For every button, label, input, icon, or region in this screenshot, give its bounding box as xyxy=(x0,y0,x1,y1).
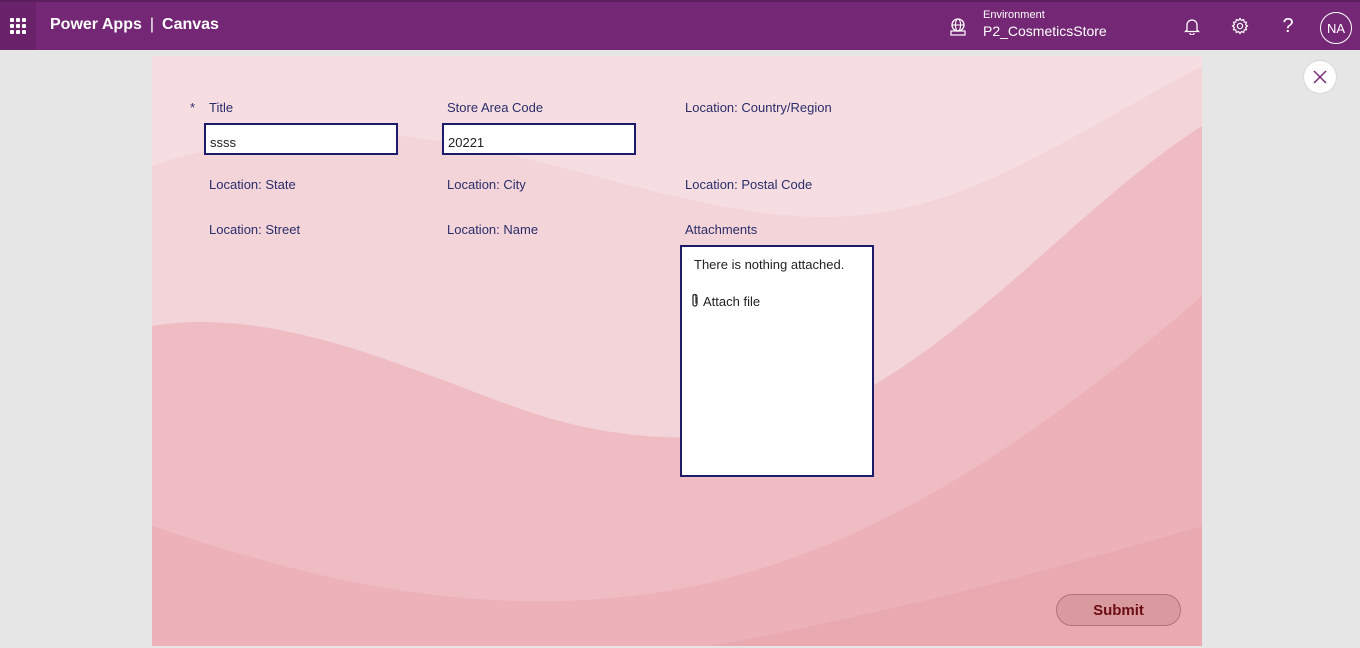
title-field[interactable] xyxy=(204,123,398,155)
location-name-label: Location: Name xyxy=(447,222,539,237)
environment-icon[interactable] xyxy=(948,17,968,37)
waffle-icon xyxy=(10,18,26,34)
app-name: Power Apps xyxy=(50,16,142,33)
postal-code-label: Location: Postal Code xyxy=(685,177,813,192)
environment-name: P2_CosmeticsStore xyxy=(983,23,1107,39)
avatar-initials: NA xyxy=(1326,20,1346,36)
city-label: Location: City xyxy=(447,177,526,192)
required-marker: * xyxy=(190,100,196,115)
attachments-label: Attachments xyxy=(685,222,758,237)
app-canvas: * Title Store Area Code Location: Countr… xyxy=(152,56,1202,646)
attachments-control[interactable]: There is nothing attached. Attach file xyxy=(680,245,874,477)
title-label: Title xyxy=(209,100,234,115)
settings-button[interactable] xyxy=(1230,16,1250,36)
title-separator: | xyxy=(149,16,155,33)
environment-label: Environment xyxy=(983,9,1045,21)
paperclip-icon xyxy=(692,293,698,307)
app-type: Canvas xyxy=(162,16,219,33)
app-launcher-button[interactable] xyxy=(0,2,36,50)
store-area-code-label: Store Area Code xyxy=(447,100,544,115)
help-button[interactable]: ? xyxy=(1278,14,1298,37)
attachments-empty-text: There is nothing attached. xyxy=(694,257,845,272)
store-area-code-field[interactable] xyxy=(442,123,636,155)
close-button[interactable] xyxy=(1304,61,1336,93)
gear-icon xyxy=(1231,17,1249,35)
country-label: Location: Country/Region xyxy=(685,100,832,115)
street-label: Location: Street xyxy=(209,222,301,237)
submit-button[interactable]: Submit xyxy=(1056,594,1181,626)
close-icon xyxy=(1313,70,1327,84)
attach-file-label: Attach file xyxy=(703,293,761,309)
top-bar: Power Apps | Canvas Environment P2_Cosmeti… xyxy=(0,0,1360,50)
attach-file-button[interactable]: Attach file xyxy=(690,293,760,309)
bell-icon xyxy=(1184,19,1200,35)
app-title: Power Apps | Canvas xyxy=(50,16,219,34)
avatar[interactable]: NA xyxy=(1320,12,1352,44)
notifications-button[interactable] xyxy=(1182,16,1202,36)
environment-picker[interactable]: Environment P2_CosmeticsStore xyxy=(983,8,1107,40)
submit-label: Submit xyxy=(1093,601,1144,619)
state-label: Location: State xyxy=(209,177,296,192)
help-icon: ? xyxy=(1282,14,1294,37)
